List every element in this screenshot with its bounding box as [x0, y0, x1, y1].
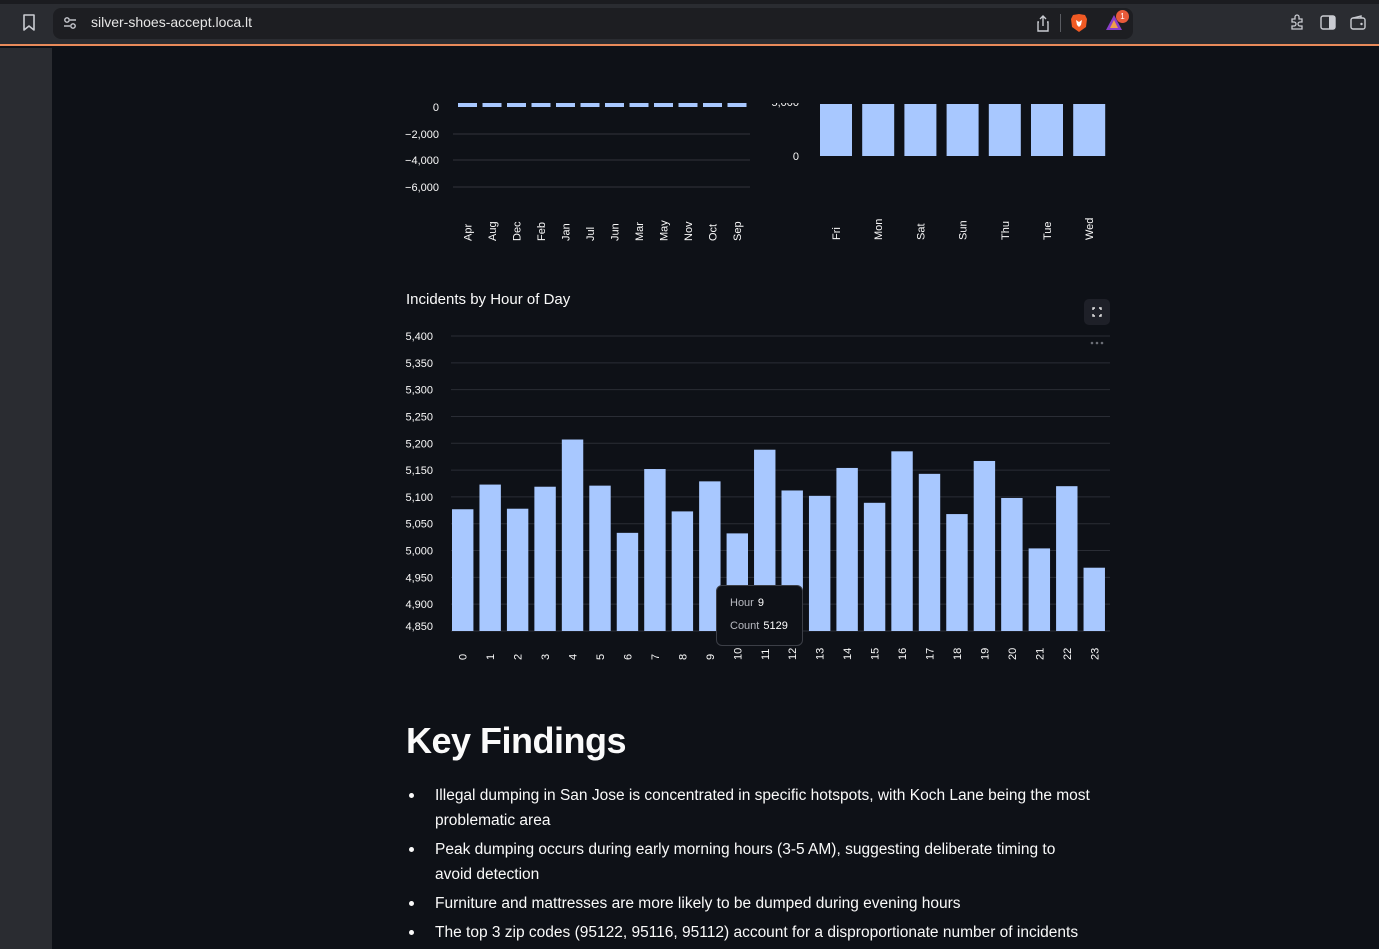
- fullscreen-icon: [1092, 307, 1102, 317]
- fullscreen-button[interactable]: [1084, 299, 1110, 325]
- brave-shields-icon[interactable]: [1070, 13, 1088, 33]
- window-edge: [0, 0, 1379, 4]
- chart-tooltip: Hour 9 Count 5129: [716, 585, 803, 646]
- tooltip-hour-row: Hour 9: [730, 597, 764, 609]
- tooltip-count-row: Count 5129: [730, 620, 788, 632]
- hour-chart-title: Incidents by Hour of Day: [406, 291, 571, 308]
- left-rail: [0, 48, 52, 949]
- finding-item: The top 3 zip codes (95122, 95116, 95112…: [406, 920, 1096, 945]
- finding-item: Illegal dumping in San Jose is concentra…: [406, 783, 1096, 833]
- rewards-badge: 1: [1116, 10, 1129, 23]
- url-text[interactable]: silver-shoes-accept.loca.lt: [91, 14, 252, 30]
- section-heading: Key Findings: [406, 720, 627, 761]
- extensions-icon[interactable]: [1289, 14, 1306, 31]
- browser-toolbar: silver-shoes-accept.loca.lt 1: [0, 0, 1379, 46]
- toolbar-separator: [1060, 14, 1061, 32]
- findings-list: Illegal dumping in San Jose is concentra…: [406, 783, 1096, 949]
- sidebar-toggle-icon[interactable]: [1320, 15, 1336, 30]
- wallet-icon[interactable]: [1350, 15, 1366, 30]
- finding-item: Furniture and mattresses are more likely…: [406, 891, 1096, 916]
- tooltip-count-value: 5129: [763, 620, 788, 632]
- tooltip-hour-value: 9: [757, 597, 764, 609]
- finding-item: Peak dumping occurs during early morning…: [406, 837, 1096, 887]
- bookmark-icon[interactable]: [22, 14, 36, 31]
- tooltip-count-label: Count: [730, 620, 760, 632]
- tooltip-hour-label: Hour: [730, 597, 754, 609]
- share-icon[interactable]: [1036, 14, 1050, 32]
- site-settings-icon[interactable]: [62, 15, 78, 31]
- chart-menu-icon[interactable]: [1089, 340, 1105, 346]
